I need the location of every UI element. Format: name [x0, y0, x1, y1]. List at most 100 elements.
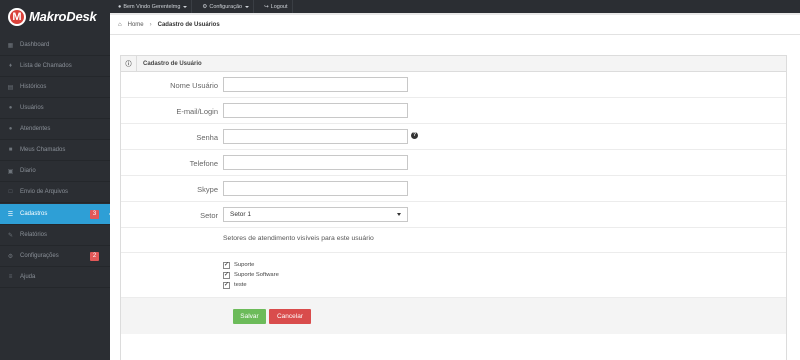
main-content: ⓘ Cadastro de Usuário Nome Usuário E-mai…	[110, 35, 800, 360]
user-menu-label: Bem Vindo Gerentelmg	[123, 3, 181, 10]
telefone-label: Telefone	[189, 159, 218, 168]
row-skype: Skype	[121, 176, 786, 202]
sidebar-item-label: Atendentes	[20, 126, 51, 132]
breadcrumb-current: Cadastro de Usuários	[157, 21, 220, 28]
sidebar-item-meus-chamados[interactable]: ■ Meus Chamados	[0, 140, 110, 161]
user-icon: ●	[118, 3, 122, 10]
save-button[interactable]: Salvar	[233, 309, 266, 324]
configuracoes-badge: 2	[90, 252, 99, 261]
caret-down-icon	[245, 5, 250, 8]
sidebar-item-label: Configurações	[20, 253, 59, 259]
sector-suporte[interactable]: ✓ Suporte	[223, 260, 279, 270]
panel-title: Cadastro de Usuário	[143, 60, 202, 67]
user-form-panel: ⓘ Cadastro de Usuário Nome Usuário E-mai…	[120, 55, 787, 360]
sidebar-item-diario[interactable]: ▣ Diario	[0, 161, 110, 182]
sidebar-item-relatorios[interactable]: ✎ Relatórios	[0, 225, 110, 246]
top-nav: ● Bem Vindo Gerentelmg ⚙ Configuração ↪ …	[114, 0, 293, 13]
gear-icon: ⚙	[7, 253, 14, 260]
nome-label: Nome Usuário	[170, 81, 218, 90]
gear-icon: ⚙	[202, 3, 208, 10]
sidebar-item-label: Ajuda	[20, 274, 36, 280]
form-actions: Salvar Cancelar	[121, 298, 786, 334]
checkbox-checked[interactable]: ✓	[223, 271, 230, 279]
row-setor: Setor Setor 1	[121, 202, 786, 228]
config-menu[interactable]: ⚙ Configuração	[198, 0, 255, 13]
row-telefone: Telefone	[121, 150, 786, 176]
sidebar-item-label: Históricos	[20, 84, 47, 90]
telefone-input[interactable]	[223, 155, 408, 170]
email-input[interactable]	[223, 103, 408, 118]
list-icon: ☰	[7, 211, 14, 218]
folder-icon: ■	[8, 147, 13, 153]
caret-down-icon	[183, 5, 188, 8]
email-label: E-mail/Login	[176, 107, 218, 116]
sidebar-item-lista-de-chamados[interactable]: ♦ Lista de Chamados	[0, 56, 110, 77]
nome-input[interactable]	[223, 77, 408, 92]
sidebar-item-label: Cadastros	[20, 211, 48, 217]
users-icon: ●	[8, 126, 13, 132]
users-icon: ●	[8, 105, 13, 111]
sector-checklist: ✓ Suporte ✓ Suporte Software ✓ teste	[223, 260, 279, 290]
logo-icon: M	[8, 8, 26, 26]
senha-input[interactable]	[223, 129, 408, 144]
sidebar-item-envio-de-arquivos[interactable]: □ Envio de Arquivos	[0, 182, 110, 203]
history-icon: ▤	[7, 84, 14, 91]
logo[interactable]: M MakroDesk	[0, 0, 110, 34]
file-icon: □	[8, 189, 13, 195]
sidebar-item-label: Diario	[20, 168, 36, 174]
row-hint: Setores de atendimento visíveis para est…	[121, 228, 786, 253]
cadastros-badge: 3	[90, 210, 99, 219]
setor-label: Setor	[200, 211, 218, 220]
skype-label: Skype	[197, 185, 218, 194]
pencil-icon: ✎	[7, 232, 14, 239]
setor-select[interactable]: Setor 1	[223, 207, 408, 222]
sidebar-item-label: Meus Chamados	[20, 147, 66, 153]
sidebar-item-ajuda[interactable]: ≡ Ajuda	[0, 267, 110, 288]
dashboard-icon: ▦	[7, 42, 14, 49]
sidebar-item-label: Lista de Chamados	[20, 63, 72, 69]
breadcrumb-home[interactable]: Home	[128, 22, 144, 28]
chevron-right-icon: ›	[149, 21, 152, 28]
sidebar-item-usuarios[interactable]: ● Usuários	[0, 98, 110, 119]
user-menu[interactable]: ● Bem Vindo Gerentelmg	[114, 0, 193, 13]
sector-teste[interactable]: ✓ teste	[223, 280, 279, 290]
sidebar-item-atendentes[interactable]: ● Atendentes	[0, 119, 110, 140]
sidebar-item-historicos[interactable]: ▤ Históricos	[0, 77, 110, 98]
sectors-hint: Setores de atendimento visíveis para est…	[223, 235, 374, 242]
row-sectors: ✓ Suporte ✓ Suporte Software ✓ teste	[121, 253, 786, 298]
sidebar-item-label: Dashboard	[20, 42, 50, 48]
row-email: E-mail/Login	[121, 98, 786, 124]
sidebar-item-dashboard[interactable]: ▦ Dashboard	[0, 35, 110, 56]
row-nome: Nome Usuário	[121, 72, 786, 98]
sidebar-item-cadastros[interactable]: ☰ Cadastros 3	[0, 204, 114, 225]
sector-suporte-software[interactable]: ✓ Suporte Software	[223, 270, 279, 280]
checkbox-checked[interactable]: ✓	[223, 281, 230, 289]
tag-icon: ♦	[8, 63, 13, 69]
config-menu-label: Configuração	[209, 3, 243, 10]
sidebar-item-label: Usuários	[20, 105, 44, 111]
checkbox-checked[interactable]: ✓	[223, 261, 230, 269]
sidebar-item-label: Relatórios	[20, 232, 48, 238]
panel-header: ⓘ Cadastro de Usuário	[121, 55, 786, 72]
sidebar-item-configuracoes[interactable]: ⚙ Configurações 2	[0, 246, 110, 267]
breadcrumb: ⌂ Home › Cadastro de Usuários	[110, 15, 800, 35]
logout-icon: ↪	[264, 3, 269, 10]
sector-label: Suporte Software	[234, 272, 279, 278]
sidebar-item-label: Envio de Arquivos	[20, 189, 69, 195]
info-icon: ⓘ	[121, 55, 137, 72]
skype-input[interactable]	[223, 181, 408, 196]
dropdown-arrow-icon	[397, 213, 401, 216]
menu-icon: ≡	[8, 274, 13, 280]
help-icon[interactable]: ?	[411, 132, 418, 139]
app-name: MakroDesk	[29, 9, 97, 24]
logout-label: Logout	[270, 3, 288, 10]
row-senha: Senha ?	[121, 124, 786, 150]
top-bar: ● Bem Vindo Gerentelmg ⚙ Configuração ↪ …	[0, 0, 800, 13]
setor-selected-value: Setor 1	[230, 211, 251, 218]
sector-label: Suporte	[234, 262, 255, 268]
sector-label: teste	[234, 282, 247, 288]
senha-label: Senha	[196, 133, 218, 142]
sidebar: ▦ Dashboard ♦ Lista de Chamados ▤ Histór…	[0, 34, 114, 360]
cancel-button[interactable]: Cancelar	[269, 309, 311, 324]
logout-link[interactable]: ↪ Logout	[260, 0, 293, 13]
